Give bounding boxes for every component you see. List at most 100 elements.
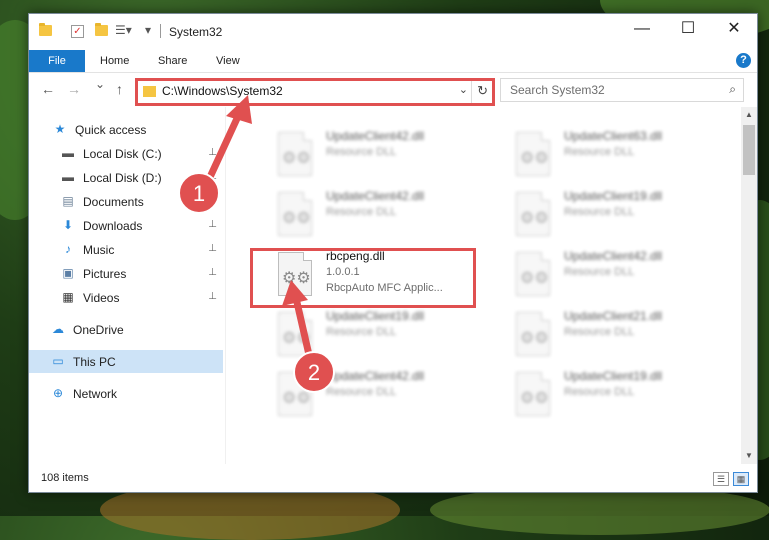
drive-icon: ▬ — [62, 146, 74, 160]
search-input[interactable]: Search System32 — [510, 83, 605, 97]
file-item[interactable]: ⚙⚙ UpdateClient19.dll Resource DLL — [492, 187, 724, 247]
sidebar-item-videos[interactable]: ▦ Videos ⊥ — [29, 286, 223, 309]
dll-file-icon: ⚙⚙ — [278, 192, 312, 238]
file-item[interactable]: ⚙⚙ UpdateClient42.dll Resource DLL — [254, 127, 486, 187]
title-bar: ✓ ☰▾ ▾ System32 — ☐ ✕ — [29, 14, 757, 50]
drive-icon: ▬ — [62, 170, 74, 184]
sidebar-item-local-disk-c[interactable]: ▬ Local Disk (C:) ⊥ — [29, 142, 223, 165]
up-button[interactable]: ↑ — [116, 81, 123, 97]
gear-icon: ⚙⚙ — [520, 270, 549, 287]
file-type: Resource DLL — [564, 146, 635, 158]
dll-file-icon: ⚙⚙ — [516, 192, 550, 238]
file-item-highlighted[interactable]: ⚙⚙ rbcpeng.dll 1.0.0.1 RbcpAuto MFC Applic.… — [254, 247, 486, 307]
gear-icon: ⚙⚙ — [282, 270, 311, 287]
search-box[interactable]: Search System32 ⌕ — [500, 78, 744, 102]
folder-icon — [143, 86, 156, 97]
dll-file-icon: ⚙⚙ — [516, 372, 550, 418]
sidebar-item-documents[interactable]: ▤ Documents ⊥ — [29, 190, 223, 213]
dll-file-icon: ⚙⚙ — [516, 252, 550, 298]
scroll-thumb[interactable] — [743, 125, 755, 175]
sidebar-item-this-pc[interactable]: ▭ This PC — [29, 350, 223, 373]
sidebar-item-label: Local Disk (D:) — [83, 171, 162, 185]
sidebar-item-label: Local Disk (C:) — [83, 147, 162, 161]
recent-locations-button[interactable]: ⌄ — [95, 77, 105, 91]
explorer-window: ✓ ☰▾ ▾ System32 — ☐ ✕ File Home Share Vi… — [28, 13, 758, 493]
scroll-down-arrow-icon[interactable]: ▼ — [741, 448, 757, 464]
sidebar-item-pictures[interactable]: ▣ Pictures ⊥ — [29, 262, 223, 285]
pin-icon[interactable]: ⊥ — [208, 171, 217, 182]
gear-icon: ⚙⚙ — [282, 150, 311, 167]
file-type: Resource DLL — [564, 326, 635, 338]
customize-toolbar-icon[interactable]: ▾ — [145, 24, 158, 36]
file-item[interactable]: ⚙⚙ UpdateClient42.dll Resource DLL — [492, 247, 724, 307]
sidebar-item-label: Quick access — [75, 123, 147, 137]
sidebar-item-label: Pictures — [83, 267, 127, 281]
pin-icon[interactable]: ⊥ — [208, 291, 217, 302]
back-button[interactable]: ← — [41, 81, 55, 97]
file-type: Resource DLL — [564, 266, 635, 278]
dll-file-icon: ⚙⚙ — [278, 252, 312, 298]
item-count: 108 items — [41, 472, 89, 484]
pin-icon[interactable]: ⊥ — [208, 195, 217, 206]
file-item[interactable]: ⚙⚙ UpdateClient63.dll Resource DLL — [492, 127, 724, 187]
file-item[interactable]: ⚙⚙ UpdateClient21.dll Resource DLL — [492, 307, 724, 367]
sidebar-item-quick-access[interactable]: ★ Quick access — [29, 118, 223, 141]
dll-file-icon: ⚙⚙ — [278, 132, 312, 178]
dll-file-icon: ⚙⚙ — [278, 312, 312, 358]
large-icons-view-icon[interactable]: ▦ — [733, 472, 749, 486]
properties-check-icon[interactable]: ✓ — [71, 25, 84, 38]
network-icon: ⊕ — [52, 386, 64, 400]
pin-icon[interactable]: ⊥ — [208, 147, 217, 158]
vertical-scrollbar[interactable]: ▲ ▼ — [741, 107, 757, 464]
file-item[interactable]: ⚙⚙ UpdateClient42.dll Resource DLL — [254, 367, 486, 427]
help-icon[interactable]: ? — [736, 53, 751, 68]
file-item[interactable]: ⚙⚙ UpdateClient19.dll Resource DLL — [254, 307, 486, 367]
address-dropdown-icon[interactable]: ⌄ — [459, 83, 468, 96]
downloads-icon: ⬇ — [62, 218, 74, 232]
file-name: UpdateClient42.dll — [326, 129, 425, 143]
sidebar-item-local-disk-d[interactable]: ▬ Local Disk (D:) ⊥ — [29, 166, 223, 189]
details-view-icon[interactable]: ☰ — [713, 472, 729, 486]
sidebar-item-label: Network — [73, 387, 118, 401]
sidebar-item-music[interactable]: ♪ Music ⊥ — [29, 238, 223, 261]
dll-file-icon: ⚙⚙ — [516, 312, 550, 358]
file-name: UpdateClient42.dll — [326, 189, 425, 203]
scroll-up-arrow-icon[interactable]: ▲ — [741, 107, 757, 123]
file-item[interactable]: ⚙⚙ UpdateClient19.dll Resource DLL — [492, 367, 724, 427]
videos-icon: ▦ — [62, 290, 74, 304]
tab-view[interactable]: View — [216, 50, 240, 72]
search-icon[interactable]: ⌕ — [729, 82, 736, 97]
address-path[interactable]: C:\Windows\System32 — [162, 84, 283, 98]
file-type: Resource DLL — [326, 326, 397, 338]
status-bar: 108 items ☰ ▦ — [29, 466, 757, 492]
refresh-icon[interactable]: ↻ — [477, 83, 488, 99]
close-button[interactable]: ✕ — [711, 14, 757, 44]
pin-icon[interactable]: ⊥ — [208, 219, 217, 230]
file-item[interactable]: ⚙⚙ UpdateClient42.dll Resource DLL — [254, 187, 486, 247]
sidebar-item-label: Music — [83, 243, 115, 257]
address-bar[interactable]: C:\Windows\System32 ⌄ ↻ — [135, 78, 495, 106]
new-folder-icon[interactable] — [95, 23, 108, 36]
gear-icon: ⚙⚙ — [282, 330, 311, 347]
pin-icon[interactable]: ⊥ — [208, 267, 217, 278]
tab-share[interactable]: Share — [158, 50, 187, 72]
file-name: UpdateClient21.dll — [564, 309, 663, 323]
forward-button[interactable]: → — [67, 81, 81, 97]
file-list: ⚙⚙ UpdateClient42.dll Resource DLL ⚙⚙ Update… — [226, 107, 741, 464]
sidebar-item-downloads[interactable]: ⬇ Downloads ⊥ — [29, 214, 223, 237]
quick-access-toolbar-icon[interactable]: ☰▾ — [115, 24, 132, 36]
tab-file[interactable]: File — [29, 50, 85, 72]
sidebar-item-label: OneDrive — [73, 323, 124, 337]
sidebar-item-network[interactable]: ⊕ Network — [29, 382, 223, 405]
tab-home[interactable]: Home — [100, 50, 129, 72]
file-type: Resource DLL — [326, 386, 397, 398]
pin-icon[interactable]: ⊥ — [208, 243, 217, 254]
maximize-button[interactable]: ☐ — [665, 14, 711, 44]
file-name: rbcpeng.dll — [326, 249, 385, 263]
star-icon: ★ — [54, 122, 66, 136]
music-icon: ♪ — [65, 242, 71, 256]
window-title: System32 — [169, 25, 223, 39]
sidebar-item-onedrive[interactable]: ☁ OneDrive — [29, 318, 223, 341]
address-separator — [471, 81, 472, 103]
minimize-button[interactable]: — — [619, 14, 665, 44]
